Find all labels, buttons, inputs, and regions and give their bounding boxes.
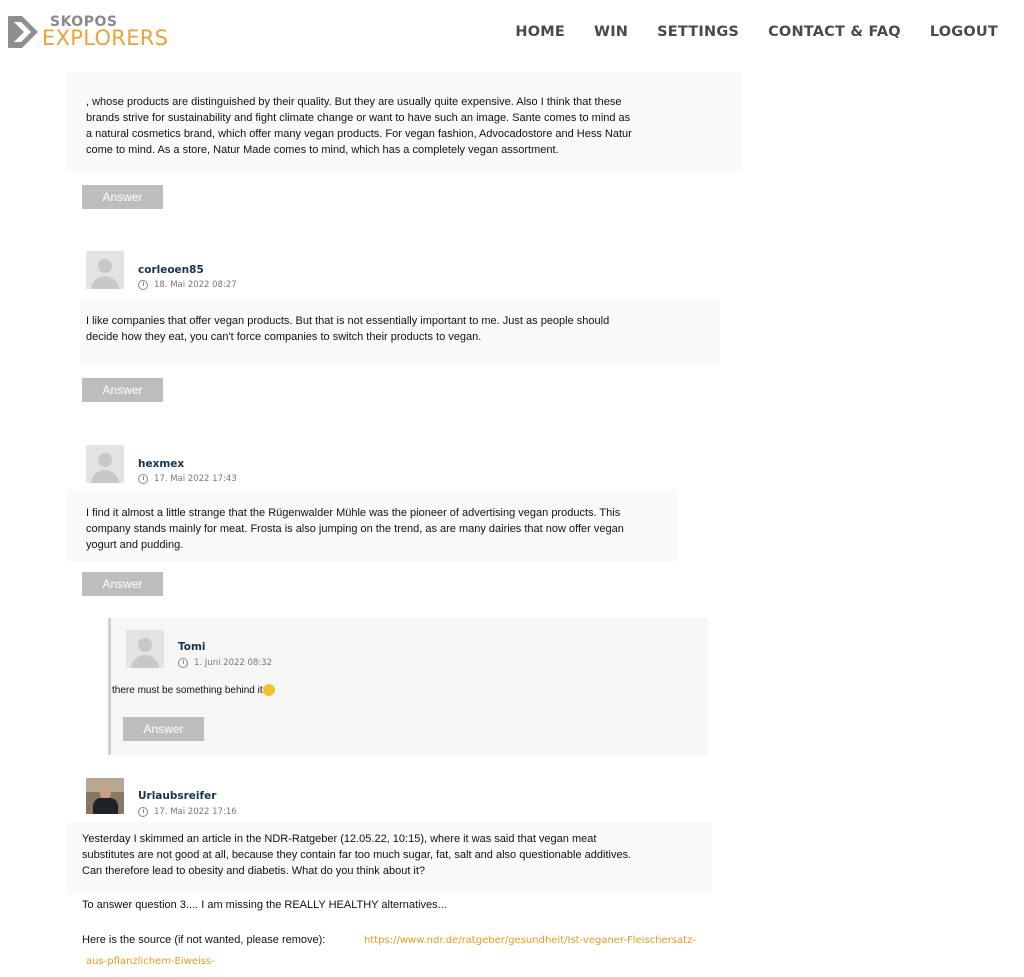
reply-text: there must be something behind it [112, 683, 275, 699]
source-label: Here is the source (if not wanted, pleas… [82, 934, 326, 946]
comment-author[interactable]: corleoen85 [138, 264, 204, 276]
comment-text: , whose products are distinguished by th… [86, 96, 632, 156]
main-nav: HOME WIN SETTINGS CONTACT & FAQ LOGOUT [515, 24, 998, 40]
avatar [86, 445, 124, 483]
avatar-photo [86, 778, 124, 814]
clock-icon [138, 280, 148, 290]
avatar [126, 630, 164, 668]
nav-settings[interactable]: SETTINGS [657, 24, 739, 40]
nav-contact-faq[interactable]: CONTACT & FAQ [768, 24, 901, 40]
comment-text: I find it almost a little strange that t… [86, 507, 624, 551]
comment-text: To answer question 3.... I am missing th… [82, 899, 447, 911]
reply-date: 1. Juni 2022 08:32 [178, 658, 272, 668]
logo-text-bottom: EXPLORERS [42, 26, 169, 50]
avatar [86, 251, 124, 289]
comment-author[interactable]: Urlaubsreifer [138, 790, 216, 802]
logo-chevron-icon [8, 16, 38, 48]
source-link[interactable]: https://www.ndr.de/ratgeber/gesundheit/I… [364, 935, 696, 946]
comment-text: I like companies that offer vegan produc… [86, 315, 610, 343]
answer-button[interactable]: Answer [82, 185, 163, 209]
comment-date: 18. Mai 2022 08:27 [138, 280, 237, 290]
winking-face-icon [262, 684, 275, 697]
clock-icon [138, 807, 148, 817]
nav-home[interactable]: HOME [515, 24, 565, 40]
comment-author[interactable]: hexmex [138, 458, 184, 470]
answer-button[interactable]: Answer [82, 572, 163, 596]
clock-icon [138, 474, 148, 484]
nav-win[interactable]: WIN [594, 24, 628, 40]
nav-logout[interactable]: LOGOUT [930, 24, 998, 40]
comment-date: 17. Mai 2022 17:16 [138, 807, 237, 817]
comment-text: Yesterday I skimmed an article in the ND… [82, 833, 632, 877]
source-link-continued[interactable]: aus-pflanzlichem-Eiweiss- [86, 956, 215, 967]
answer-button[interactable]: Answer [123, 717, 204, 741]
logo[interactable]: SKOPOS EXPLORERS [8, 14, 168, 54]
reply-author[interactable]: Tomi [178, 641, 206, 653]
comment-date: 17. Mai 2022 17:43 [138, 474, 237, 484]
answer-button[interactable]: Answer [82, 378, 163, 402]
clock-icon [178, 658, 188, 668]
